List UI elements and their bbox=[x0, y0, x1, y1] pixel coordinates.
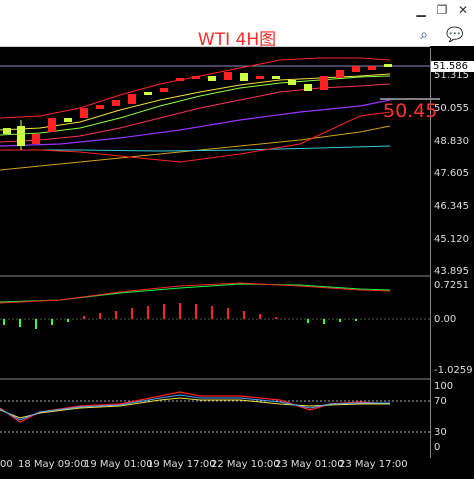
candle bbox=[304, 84, 312, 91]
ma-cyan bbox=[0, 145, 391, 152]
rsi-axis-label: 70 bbox=[434, 396, 447, 407]
time-axis-label: 23 May 01:00 bbox=[275, 459, 344, 470]
candle bbox=[144, 92, 152, 95]
candle bbox=[384, 64, 392, 67]
time-axis-label: 22 May 10:00 bbox=[211, 459, 280, 470]
current-price-big: 50.45 bbox=[383, 100, 438, 122]
macd-axis-label: -1.0259 bbox=[434, 365, 473, 376]
candle bbox=[256, 76, 264, 79]
rsi-axis-label: 0 bbox=[434, 442, 441, 453]
candle bbox=[320, 76, 328, 90]
candle bbox=[352, 66, 360, 72]
candle bbox=[176, 78, 184, 81]
macd-signal-line bbox=[0, 283, 391, 303]
time-axis-label: 18 May 09:00 bbox=[18, 459, 87, 470]
rsi-red bbox=[0, 391, 391, 423]
ma-yellow bbox=[0, 73, 391, 131]
price-axis-label: 45.120 bbox=[434, 234, 469, 245]
rsi-axis-label: 100 bbox=[434, 381, 454, 392]
candle bbox=[80, 108, 88, 118]
time-axis-label: 23 May 17:00 bbox=[339, 459, 408, 470]
chart-canvas bbox=[0, 57, 440, 433]
candle bbox=[64, 118, 72, 122]
macd-axis-label: 0.7251 bbox=[434, 280, 469, 291]
price-axis-label: 51.315 bbox=[434, 70, 469, 81]
macd-line bbox=[0, 282, 391, 304]
candle bbox=[3, 128, 11, 134]
rsi-blue bbox=[0, 394, 390, 421]
candle bbox=[224, 72, 232, 80]
price-axis-label: 43.895 bbox=[434, 266, 469, 277]
macd-histogram bbox=[3, 303, 357, 329]
candle bbox=[192, 76, 200, 79]
candle bbox=[32, 134, 40, 144]
price-axis-label: 48.830 bbox=[434, 136, 469, 147]
candle bbox=[240, 73, 248, 81]
candle bbox=[288, 80, 296, 85]
rsi-axis-label: 30 bbox=[434, 427, 447, 438]
rsi-yellow bbox=[0, 397, 390, 419]
candle bbox=[368, 66, 376, 70]
bollinger-lower bbox=[0, 111, 391, 163]
candle bbox=[128, 94, 136, 104]
time-axis-label: 19 May 01:00 bbox=[84, 459, 153, 470]
candle bbox=[272, 76, 280, 79]
price-axis-label: 50.055 bbox=[434, 103, 469, 114]
time-axis-label: 19 May 17:00 bbox=[147, 459, 216, 470]
price-axis-label: 47.605 bbox=[434, 168, 469, 179]
price-axis-label: 46.345 bbox=[434, 201, 469, 212]
candle bbox=[208, 76, 216, 81]
candle bbox=[112, 100, 120, 106]
candle bbox=[336, 70, 344, 78]
ma-lime bbox=[0, 75, 391, 136]
candle bbox=[96, 105, 104, 109]
candle bbox=[160, 88, 168, 92]
time-axis-label: 00 bbox=[0, 459, 13, 470]
macd-axis-label: 0.00 bbox=[434, 314, 457, 325]
ma-purple bbox=[0, 99, 391, 147]
candle bbox=[48, 118, 56, 132]
